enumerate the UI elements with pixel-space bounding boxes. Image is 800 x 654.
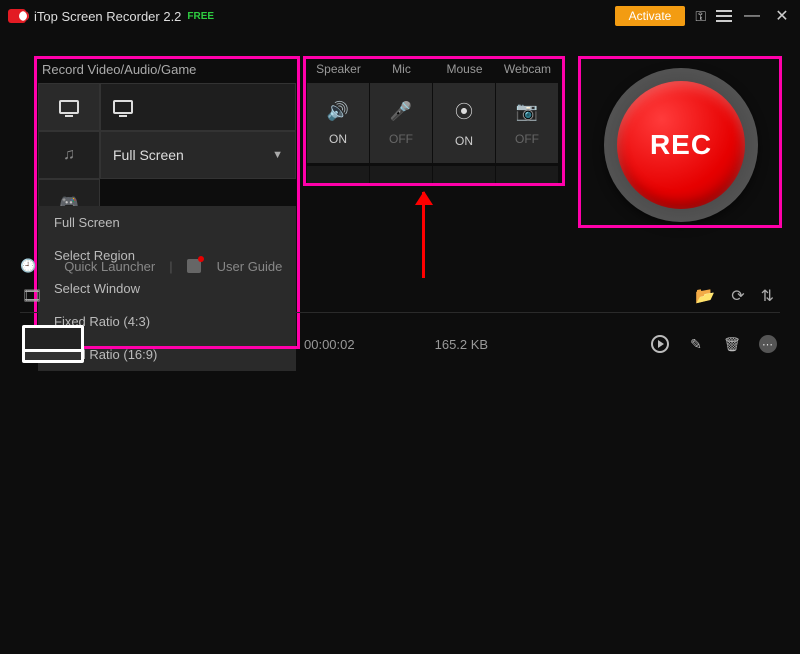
minimize-button[interactable]: — (742, 7, 762, 25)
play-button[interactable] (650, 334, 670, 354)
monitor-icon (59, 100, 79, 114)
dev-extra-4[interactable] (496, 166, 558, 186)
toggle-mouse[interactable]: ⦿ ON (433, 83, 495, 163)
video-list-icon[interactable]: 🎞 (22, 286, 42, 306)
recording-thumbnail (22, 325, 84, 363)
dev-header-webcam: Webcam (496, 56, 559, 82)
quick-launcher-link[interactable]: Quick Launcher (64, 259, 155, 274)
play-icon (651, 335, 669, 353)
more-icon: ⋯ (759, 335, 777, 353)
app-title: iTop Screen Recorder 2.2 (34, 9, 181, 24)
user-guide-link[interactable]: User Guide (217, 259, 283, 274)
dev-header-mic: Mic (370, 56, 433, 82)
free-badge: FREE (187, 11, 214, 22)
mouse-state: ON (455, 134, 473, 148)
dev-header-speaker: Speaker (307, 56, 370, 82)
tab-video[interactable] (38, 83, 100, 131)
more-button[interactable]: ⋯ (758, 334, 778, 354)
recording-size: 165.2 KB (435, 337, 489, 352)
sort-icon[interactable]: ⇅ (761, 286, 774, 306)
recent-icon[interactable]: 🕘 (20, 258, 36, 274)
recordings-toolbar: 🎞 📂 ⟳ ⇅ (0, 280, 800, 312)
mode-display (100, 83, 296, 131)
tab-audio[interactable]: ♫ (38, 131, 100, 179)
mid-toolbar: 🕘 Quick Launcher | User Guide (0, 254, 800, 278)
speaker-state: ON (329, 132, 347, 146)
dev-header-mouse: Mouse (433, 56, 496, 82)
activate-button[interactable]: Activate (615, 6, 686, 26)
separator: | (169, 259, 172, 274)
delete-button[interactable]: 🗑 (722, 334, 742, 354)
record-mode-panel: Record Video/Audio/Game ♫ 🎮 Full Screen … (38, 56, 296, 227)
dev-extra-3[interactable] (433, 166, 495, 186)
rec-button[interactable]: REC (604, 68, 758, 222)
user-guide-icon (187, 259, 201, 273)
panel-title: Record Video/Audio/Game (38, 56, 296, 83)
titlebar: iTop Screen Recorder 2.2 FREE Activate ⚿… (0, 0, 800, 32)
recordings-area: 🎞 📂 ⟳ ⇅ 00:00:02 165.2 KB ✎ 🗑 ⋯ (0, 280, 800, 375)
device-toggle-panel: Speaker Mic Mouse Webcam 🔊 ON 🎤 OFF ⦿ ON… (307, 56, 561, 187)
open-folder-icon[interactable]: 📂 (695, 286, 715, 306)
hamburger-menu-icon[interactable] (716, 10, 732, 22)
refresh-icon[interactable]: ⟳ (731, 286, 744, 306)
key-icon[interactable]: ⚿ (695, 8, 706, 25)
mode-selected-label: Full Screen (113, 147, 184, 163)
monitor-icon (113, 100, 133, 114)
close-button[interactable]: ✕ (772, 6, 792, 26)
recording-row[interactable]: 00:00:02 165.2 KB ✎ 🗑 ⋯ (0, 313, 800, 375)
webcam-icon: 📷 (516, 101, 538, 122)
rec-button-inner: REC (617, 81, 745, 209)
upper-panel: Record Video/Audio/Game ♫ 🎮 Full Screen … (0, 56, 800, 256)
toggle-mic[interactable]: 🎤 OFF (370, 83, 432, 163)
dev-extra-1[interactable] (307, 166, 369, 186)
mode-selector[interactable]: Full Screen ▼ (100, 131, 296, 179)
mic-state: OFF (389, 132, 413, 146)
dropdown-item-full-screen[interactable]: Full Screen (38, 206, 296, 239)
edit-button[interactable]: ✎ (686, 334, 706, 354)
webcam-state: OFF (515, 132, 539, 146)
app-logo-icon (8, 9, 26, 23)
rec-button-wrap: REC (600, 64, 762, 226)
toggle-webcam[interactable]: 📷 OFF (496, 83, 558, 163)
dev-extra-2[interactable] (370, 166, 432, 186)
rec-label: REC (650, 129, 712, 161)
toggle-speaker[interactable]: 🔊 ON (307, 83, 369, 163)
music-icon: ♫ (63, 146, 75, 164)
mouse-icon: ⦿ (455, 98, 473, 124)
mic-icon: 🎤 (390, 101, 412, 122)
chevron-down-icon: ▼ (272, 149, 283, 161)
recording-duration: 00:00:02 (304, 337, 355, 352)
speaker-icon: 🔊 (327, 101, 349, 122)
